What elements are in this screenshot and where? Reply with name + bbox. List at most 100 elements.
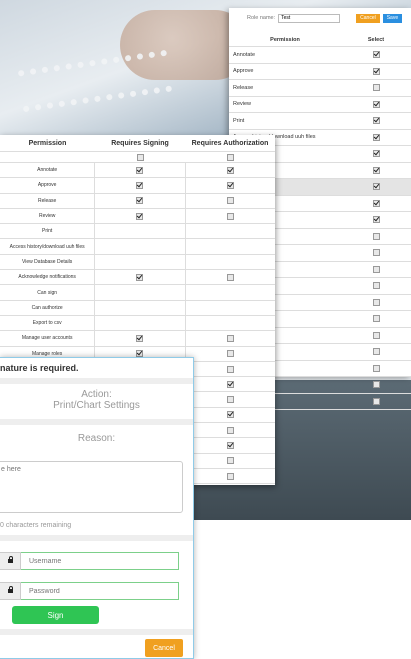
user-icon bbox=[0, 552, 21, 570]
perm-table-row: Acknowledge notifications bbox=[0, 270, 275, 286]
perm-permission-name: Manage user accounts bbox=[21, 335, 73, 342]
role-header-permission: Permission bbox=[270, 37, 300, 43]
perm-permission-name: Can authorize bbox=[31, 304, 63, 311]
requires-authorization-checkbox[interactable] bbox=[226, 166, 234, 174]
role-select-checkbox[interactable] bbox=[373, 298, 381, 306]
perm-header-authorization: Requires Authorization bbox=[191, 139, 269, 147]
role-select-checkbox[interactable] bbox=[373, 150, 381, 158]
username-field bbox=[0, 552, 179, 570]
role-select-checkbox[interactable] bbox=[373, 381, 381, 389]
requires-authorization-checkbox[interactable] bbox=[226, 350, 234, 358]
role-select-checkbox[interactable] bbox=[373, 67, 381, 75]
requires-authorization-checkbox[interactable] bbox=[226, 365, 234, 373]
perm-permission-name: Manage roles bbox=[32, 350, 63, 357]
role-name-input[interactable] bbox=[278, 13, 341, 23]
perm-table-row: Can authorize bbox=[0, 300, 275, 316]
role-permission-name: Review bbox=[233, 101, 252, 108]
role-select-checkbox[interactable] bbox=[373, 265, 381, 273]
role-select-checkbox[interactable] bbox=[373, 84, 381, 92]
role-select-checkbox[interactable] bbox=[373, 249, 381, 257]
photo-phone-cord bbox=[17, 49, 173, 113]
role-select-checkbox[interactable] bbox=[373, 183, 381, 191]
perm-permission-name: Review bbox=[38, 213, 56, 220]
role-select-checkbox[interactable] bbox=[373, 199, 381, 207]
requires-signing-checkbox[interactable] bbox=[136, 273, 144, 281]
role-select-checkbox[interactable] bbox=[373, 51, 381, 59]
perm-select-all-row bbox=[0, 152, 275, 163]
perm-table-row: Manage user accounts bbox=[0, 331, 275, 347]
requires-signing-checkbox[interactable] bbox=[136, 166, 144, 174]
username-input[interactable] bbox=[21, 552, 179, 570]
role-header-select: Select bbox=[367, 37, 385, 43]
perm-header-permission: Permission bbox=[28, 139, 67, 147]
perm-table-row: Export to csv bbox=[0, 315, 275, 332]
requires-authorization-checkbox[interactable] bbox=[226, 411, 234, 419]
requires-authorization-checkbox[interactable] bbox=[226, 441, 234, 449]
role-table-row: Approve bbox=[229, 64, 411, 80]
signature-dialog: nature is required. Action: Print/Chart … bbox=[0, 357, 194, 659]
requires-signing-checkbox[interactable] bbox=[136, 197, 144, 205]
requires-signing-checkbox[interactable] bbox=[136, 334, 144, 342]
role-cancel-button[interactable]: Cancel bbox=[356, 13, 380, 23]
requires-authorization-checkbox[interactable] bbox=[226, 181, 234, 189]
requires-authorization-checkbox[interactable] bbox=[226, 426, 234, 434]
action-value: Print/Chart Settings bbox=[53, 400, 140, 411]
perm-permission-name: Print bbox=[42, 228, 53, 235]
role-select-checkbox[interactable] bbox=[373, 100, 381, 108]
reason-label: Reason: bbox=[77, 433, 116, 444]
reason-textarea[interactable] bbox=[0, 461, 183, 513]
requires-authorization-checkbox[interactable] bbox=[226, 273, 234, 281]
role-select-checkbox[interactable] bbox=[373, 282, 381, 290]
select-all-authorization-checkbox[interactable] bbox=[226, 153, 234, 161]
password-input[interactable] bbox=[21, 582, 179, 600]
role-select-checkbox[interactable] bbox=[373, 166, 381, 174]
password-field bbox=[0, 582, 179, 600]
dialog-title: nature is required. bbox=[0, 363, 79, 373]
role-select-checkbox[interactable] bbox=[373, 216, 381, 224]
role-table-row: Release bbox=[229, 80, 411, 97]
role-select-checkbox[interactable] bbox=[373, 348, 381, 356]
requires-authorization-checkbox[interactable] bbox=[226, 396, 234, 404]
role-permission-name: Print bbox=[233, 117, 245, 124]
perm-table-row: Annotate bbox=[0, 163, 275, 179]
role-table-row: Review bbox=[229, 97, 411, 113]
requires-authorization-checkbox[interactable] bbox=[226, 197, 234, 205]
role-select-checkbox[interactable] bbox=[373, 117, 381, 125]
characters-remaining: 0 characters remaining bbox=[0, 522, 72, 529]
perm-permission-name: Acknowledge notifications bbox=[18, 274, 76, 281]
role-select-checkbox[interactable] bbox=[373, 133, 381, 141]
requires-authorization-checkbox[interactable] bbox=[226, 380, 234, 388]
perm-header-signing: Requires Signing bbox=[111, 139, 169, 147]
perm-permission-name: Can sign bbox=[37, 289, 58, 296]
role-select-checkbox[interactable] bbox=[373, 232, 381, 240]
role-table-header: Permission Select bbox=[229, 34, 411, 47]
role-table-row: Print bbox=[229, 113, 411, 130]
perm-table-row: Release bbox=[0, 193, 275, 209]
perm-permission-name: Access history/download uuh files bbox=[9, 243, 85, 250]
role-select-checkbox[interactable] bbox=[373, 364, 381, 372]
requires-authorization-checkbox[interactable] bbox=[226, 472, 234, 480]
role-select-checkbox[interactable] bbox=[373, 315, 381, 323]
perm-table-row: View Database Details bbox=[0, 254, 275, 271]
requires-authorization-checkbox[interactable] bbox=[226, 457, 234, 465]
perm-permission-name: Export to csv bbox=[32, 320, 62, 327]
cancel-button[interactable]: Cancel bbox=[145, 639, 183, 657]
role-save-button[interactable]: Save bbox=[382, 13, 403, 23]
requires-authorization-checkbox[interactable] bbox=[226, 334, 234, 342]
perm-table-header: Permission Requires Signing Requires Aut… bbox=[0, 135, 275, 152]
role-table-row: Annotate bbox=[229, 47, 411, 64]
perm-table-row: Print bbox=[0, 224, 275, 240]
perm-permission-name: Release bbox=[37, 197, 57, 204]
role-toolbar: Role name: Cancel Save bbox=[229, 8, 411, 28]
perm-table-row: Access history/download uuh files bbox=[0, 239, 275, 255]
select-all-signing-checkbox[interactable] bbox=[136, 153, 144, 161]
role-select-checkbox[interactable] bbox=[373, 397, 381, 405]
requires-signing-checkbox[interactable] bbox=[136, 181, 144, 189]
action-label: Action: bbox=[81, 389, 112, 400]
role-permission-name: Approve bbox=[233, 68, 254, 75]
requires-authorization-checkbox[interactable] bbox=[226, 212, 234, 220]
sign-button[interactable]: Sign bbox=[12, 606, 99, 624]
requires-signing-checkbox[interactable] bbox=[136, 212, 144, 220]
perm-permission-name: Approve bbox=[37, 182, 57, 189]
role-select-checkbox[interactable] bbox=[373, 331, 381, 339]
